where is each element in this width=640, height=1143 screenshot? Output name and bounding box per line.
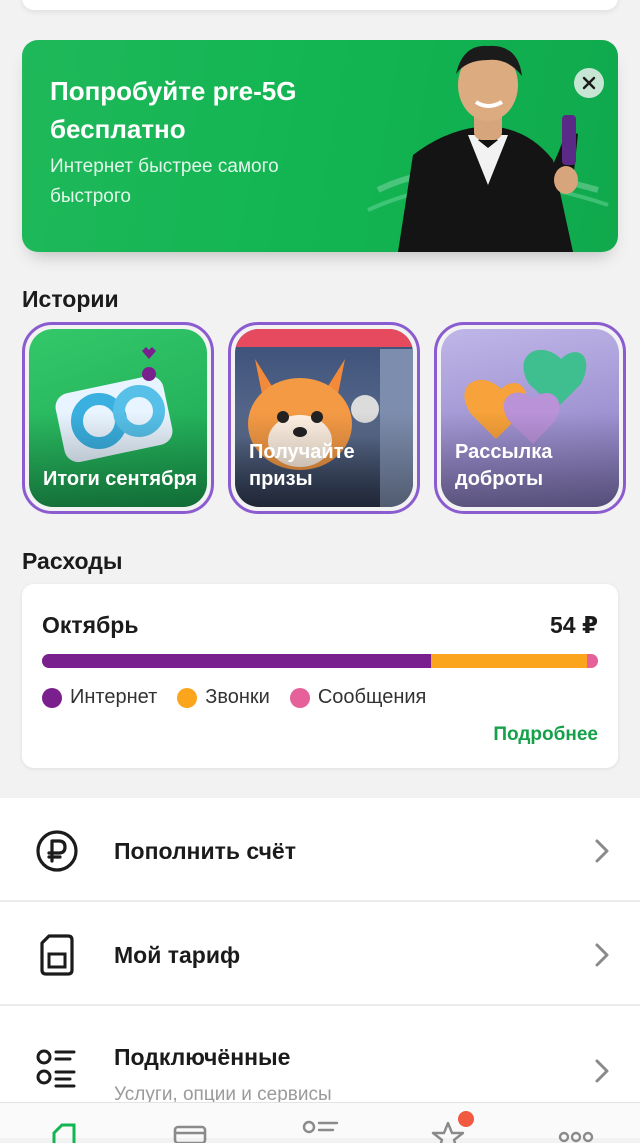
story-card[interactable]: Рассылка доброты: [434, 322, 626, 514]
close-button[interactable]: [574, 68, 604, 98]
menu-list: Пополнить счёт Мой тариф Подключённые Ус…: [0, 798, 640, 1110]
legend-dot: [177, 687, 198, 708]
close-icon: [582, 76, 596, 90]
ruble-icon: [36, 830, 78, 872]
legend-item: Звонки: [177, 686, 270, 709]
menu-item-connected[interactable]: Подключённые Услуги, опции и сервисы: [0, 1006, 640, 1110]
more-icon[interactable]: [556, 1117, 596, 1143]
chevron-right-icon: [595, 1059, 609, 1083]
legend-item: Интернет: [42, 686, 157, 709]
legend-dot: [289, 687, 310, 708]
story-card[interactable]: Получайте призы: [228, 322, 420, 514]
expenses-month: Октябрь: [42, 612, 139, 638]
services-icon[interactable]: [302, 1117, 342, 1143]
menu-item-top-up[interactable]: Пополнить счёт: [0, 798, 640, 902]
expenses-bar-segment: [431, 654, 587, 668]
menu-item-label: Пополнить счёт: [114, 838, 296, 864]
promo-title: Попробуйте pre-5G бесплатно: [50, 76, 297, 144]
story-label: Рассылка доброты: [455, 441, 553, 490]
menu-item-label: Подключённые: [114, 1044, 291, 1070]
chevron-right-icon: [595, 839, 609, 863]
top-card-stub: [22, 0, 618, 10]
expenses-bar: [42, 654, 598, 668]
legend-item: Сообщения: [289, 686, 427, 709]
home-sim-icon[interactable]: [44, 1117, 84, 1143]
expenses-bar-segment: [586, 654, 598, 668]
promo-person-image: [367, 45, 609, 252]
legend-label: Звонки: [205, 686, 270, 708]
expenses-legend: Интернет Звонки Сообщения: [42, 686, 426, 709]
legend-dot: [42, 687, 62, 708]
wallet-icon[interactable]: [172, 1117, 212, 1143]
details-link[interactable]: Подробнее: [493, 724, 598, 746]
story-label: Получайте призы: [249, 441, 355, 490]
expenses-title: Расходы: [22, 548, 123, 574]
stories-title: Истории: [22, 286, 119, 312]
legend-label: Интернет: [70, 686, 158, 708]
promo-subtitle: Интернет быстрее самого быстрого: [50, 156, 279, 207]
expenses-bar-segment: [42, 654, 432, 668]
chevron-right-icon: [595, 943, 609, 967]
expenses-card[interactable]: Октябрь 54 ₽ Интернет Звонки Сообщения Под…: [22, 584, 618, 768]
expenses-amount: 54 ₽: [550, 612, 598, 638]
legend-label: Сообщения: [317, 686, 427, 708]
list-icon: [36, 1049, 76, 1088]
menu-item-my-tariff[interactable]: Мой тариф: [0, 902, 640, 1006]
story-card[interactable]: Итоги сентября: [22, 322, 214, 514]
bottom-nav: [0, 1102, 640, 1143]
promo-banner[interactable]: Попробуйте pre-5G бесплатно Интернет быс…: [22, 40, 618, 252]
menu-item-label: Мой тариф: [114, 942, 241, 968]
story-label: Итоги сентября: [43, 468, 198, 490]
sim-card-icon: [40, 934, 74, 976]
notification-badge: [458, 1111, 474, 1127]
